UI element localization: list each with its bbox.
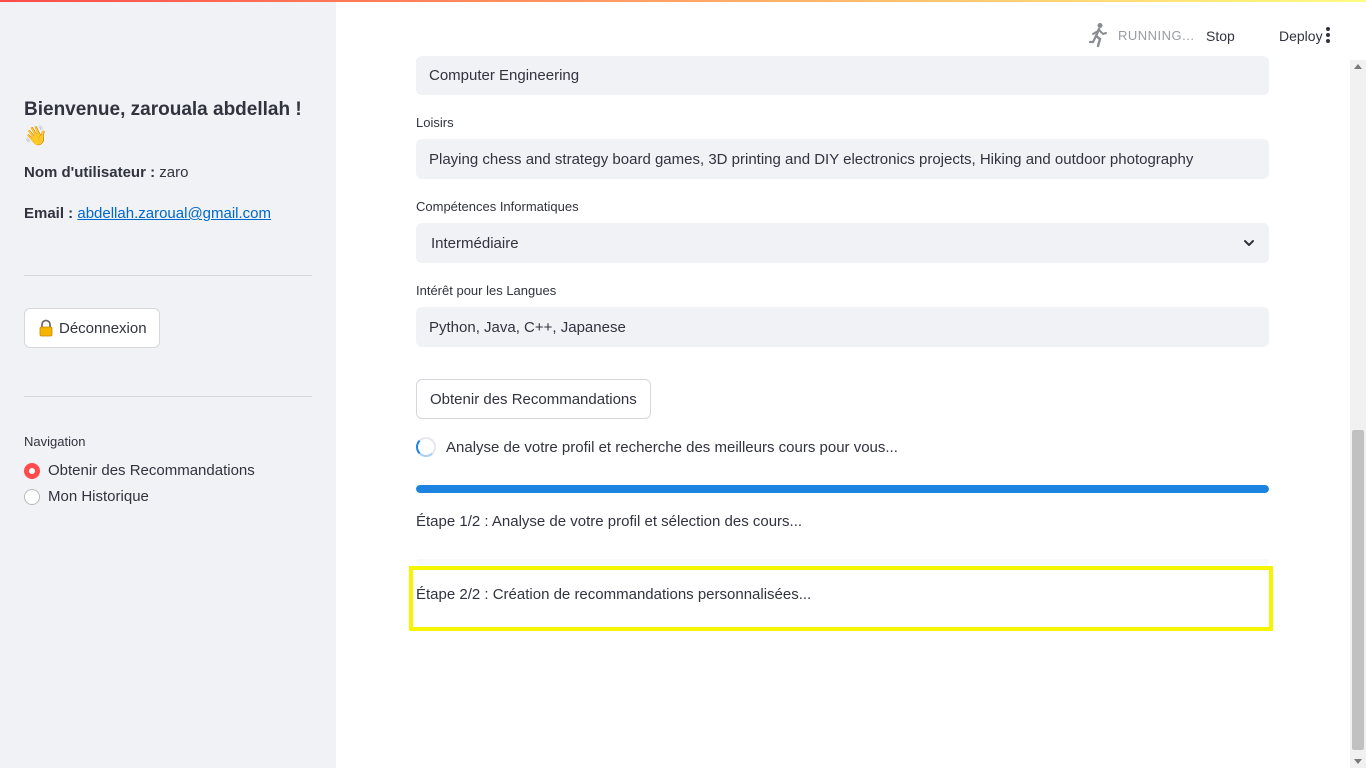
email-line: Email : abdellah.zaroual@gmail.com [24,205,271,222]
radio-selected-icon [24,462,40,479]
nav-radio-label: Mon Historique [48,488,149,505]
languages-value: Python, Java, C++, Japanese [429,318,626,336]
spinner-text: Analyse de votre profil et recherche des… [446,438,898,456]
divider [24,396,312,397]
nav-radio-history[interactable]: Mon Historique [24,488,149,505]
divider [24,275,312,276]
kebab-menu-icon[interactable] [1321,26,1335,46]
sidebar: Bienvenue, zarouala abdellah ! 👋 Nom d'u… [0,0,336,768]
nav-radio-label: Obtenir des Recommandations [48,462,255,479]
scrollbar-thumb[interactable] [1352,430,1364,750]
logout-button[interactable]: Déconnexion [24,308,160,348]
email-label: Email : [24,205,74,222]
running-status: RUNNING... [1088,22,1195,48]
field-of-study-input[interactable]: Computer Engineering [416,56,1269,95]
hobbies-input[interactable]: Playing chess and strategy board games, … [416,139,1269,179]
it-skills-label: Compétences Informatiques [416,199,579,214]
get-recommendations-button[interactable]: Obtenir des Recommandations [416,379,651,419]
scroll-up-icon[interactable] [1354,64,1362,69]
scroll-down-icon[interactable] [1354,759,1362,764]
welcome-text: Bienvenue, zarouala abdellah ! [24,99,302,120]
username-line: Nom d'utilisateur : zaro [24,164,188,181]
stop-button[interactable]: Stop [1206,28,1235,44]
waving-hand-icon: 👋 [24,126,48,147]
field-of-study-value: Computer Engineering [429,67,580,84]
running-status-text: RUNNING... [1118,27,1195,43]
top-decoration-bar [0,0,1366,2]
highlight-box [409,566,1273,631]
it-skills-select[interactable]: Intermédiaire [416,223,1269,263]
username-label: Nom d'utilisateur : [24,164,156,181]
chevron-down-icon [1244,240,1254,246]
logout-label: Déconnexion [59,319,147,337]
step-1-text: Étape 1/2 : Analyse de votre profil et s… [416,513,803,530]
progress-bar [416,485,1269,493]
scrollbar[interactable] [1350,60,1366,768]
spinner-status: Analyse de votre profil et recherche des… [416,437,898,457]
email-link[interactable]: abdellah.zaroual@gmail.com [77,205,271,222]
faint-divider [416,559,1269,565]
progress-bar-fill [416,485,1269,493]
languages-input[interactable]: Python, Java, C++, Japanese [416,307,1269,347]
radio-unselected-icon [24,488,40,505]
app-header: RUNNING... Stop Deploy [336,2,1366,60]
languages-label: Intérêt pour les Langues [416,283,557,298]
spinner-icon [416,437,436,457]
nav-radio-recommendations[interactable]: Obtenir des Recommandations [24,462,255,479]
deploy-button[interactable]: Deploy [1279,28,1323,44]
hobbies-label: Loisirs [416,115,454,130]
lock-icon [37,319,55,337]
hobbies-value: Playing chess and strategy board games, … [429,150,1194,168]
running-man-icon [1088,23,1107,48]
username-value: zaro [159,164,189,181]
welcome-heading: Bienvenue, zarouala abdellah ! 👋 [24,97,314,149]
it-skills-value: Intermédiaire [431,234,519,252]
navigation-label: Navigation [24,434,86,449]
